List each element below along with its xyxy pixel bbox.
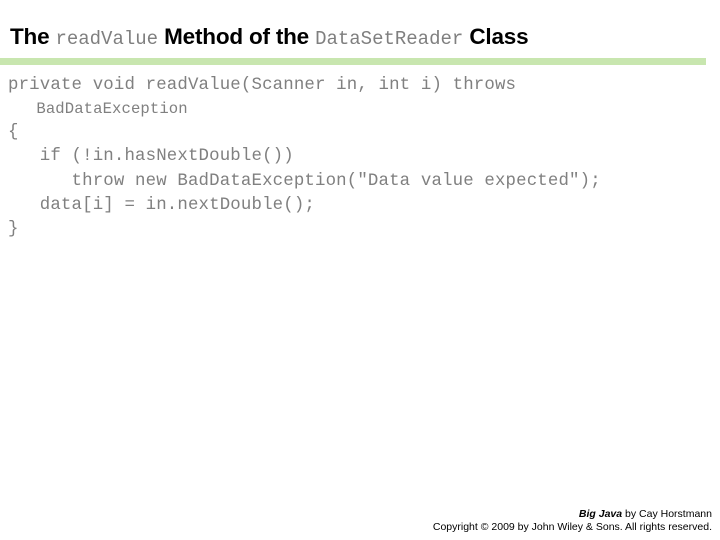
page-title: The readValue Method of the DataSetReade… bbox=[10, 24, 529, 50]
title-divider bbox=[0, 58, 706, 65]
code-line: if (!in.hasNextDouble()) bbox=[8, 147, 294, 167]
code-block: private void readValue(Scanner in, int i… bbox=[8, 74, 712, 242]
footer-copyright-line: Copyright © 2009 by John Wiley & Sons. A… bbox=[432, 521, 712, 533]
title-text-run: The bbox=[10, 24, 56, 49]
code-line: data[i] = in.nextDouble(); bbox=[8, 195, 315, 215]
code-line: } bbox=[8, 220, 19, 240]
book-author: by Cay Horstmann bbox=[622, 508, 712, 520]
code-line: { bbox=[8, 123, 19, 143]
title-text-run: Class bbox=[463, 24, 529, 49]
title-code-term: readValue bbox=[55, 28, 159, 50]
code-line: BadDataException bbox=[8, 100, 188, 119]
code-line: throw new BadDataException("Data value e… bbox=[8, 171, 601, 191]
title-code-term: DataSetReader bbox=[315, 28, 464, 50]
slide-footer: Big Java by Cay Horstmann Copyright © 20… bbox=[433, 508, 712, 534]
footer-attribution-line: Big Java by Cay Horstmann bbox=[433, 508, 712, 521]
title-text-run: Method of the bbox=[158, 24, 316, 49]
code-line: private void readValue(Scanner in, int i… bbox=[8, 76, 517, 95]
book-title: Big Java bbox=[578, 508, 623, 520]
